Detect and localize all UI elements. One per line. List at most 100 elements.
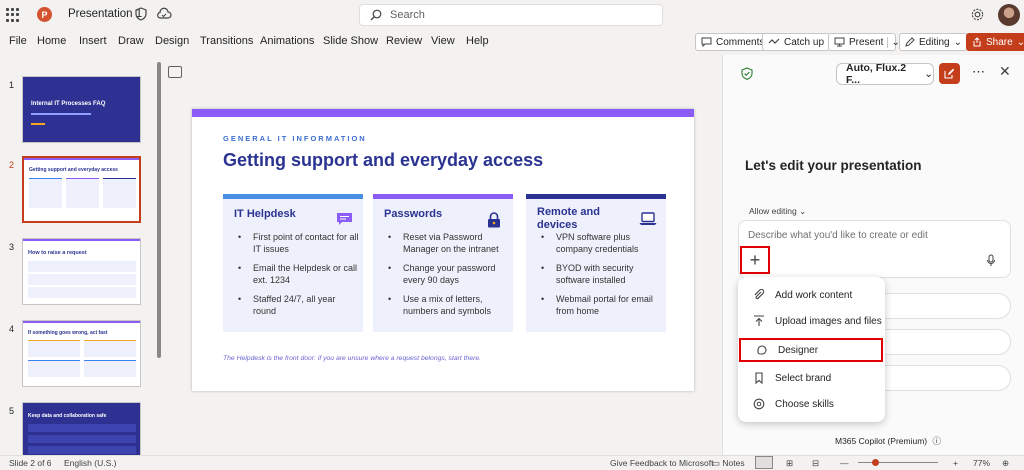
zoom-out-icon[interactable]: —	[840, 458, 849, 468]
bullet: Change your password every 90 days	[384, 263, 509, 286]
info-icon[interactable]: ⓘ	[933, 436, 942, 446]
catch-up-button[interactable]: Catch up	[762, 33, 831, 51]
menu-help[interactable]: Help	[466, 35, 489, 47]
zoom-in-icon[interactable]: +	[953, 458, 958, 468]
bullet: BYOD with security software installed	[537, 263, 662, 286]
bullet-list: VPN software plus company credentials BY…	[537, 232, 662, 325]
upload-icon	[752, 315, 766, 327]
card-heading: Passwords	[384, 208, 443, 220]
bullet-list: Reset via Password Manager on the intran…	[384, 232, 509, 325]
menu-view[interactable]: View	[431, 35, 455, 47]
thumbnail-slide-2[interactable]: Getting support and everyday access	[22, 156, 141, 223]
chevron-down-icon: ⌄	[799, 206, 807, 216]
gear-icon[interactable]	[970, 7, 985, 22]
paperclip-icon	[752, 289, 766, 301]
microphone-icon[interactable]	[986, 254, 996, 267]
thumb-number: 4	[9, 324, 15, 334]
menu-designer[interactable]: Designer	[739, 338, 883, 362]
app-launcher-icon[interactable]	[6, 8, 20, 22]
zoom-level[interactable]: 77%	[973, 458, 990, 468]
model-selector[interactable]: Auto, Flux.2 F... ⌄	[836, 62, 934, 86]
menu-choose-skills[interactable]: Choose skills	[738, 392, 885, 416]
comments-button[interactable]: Comments	[695, 33, 771, 51]
sensitivity-shield-icon[interactable]	[134, 7, 148, 21]
slide-title[interactable]: Getting support and everyday access	[223, 150, 543, 171]
add-attachment-button[interactable]: +	[740, 246, 770, 274]
search-icon	[370, 9, 382, 21]
fit-slide-icon[interactable]: ⊕	[1002, 458, 1009, 469]
prompt-placeholder: Describe what you'd like to create or ed…	[748, 230, 928, 241]
menu-select-brand[interactable]: Select brand	[738, 366, 885, 390]
normal-view-button[interactable]	[755, 456, 773, 469]
present-button[interactable]: Present ⌄	[828, 33, 900, 51]
notes-label: Notes	[722, 458, 745, 468]
menu-transitions[interactable]: Transitions	[200, 35, 253, 47]
catch-up-icon	[768, 38, 780, 46]
brand-icon	[752, 372, 766, 384]
reading-view-icon[interactable]: ⊟	[812, 458, 819, 469]
menu-label: Select brand	[775, 372, 832, 384]
allow-editing-dropdown[interactable]: Allow editing ⌄	[749, 206, 806, 217]
zoom-slider-thumb[interactable]	[872, 459, 879, 466]
thumbnail-slide-3[interactable]: How to raise a request	[22, 238, 141, 305]
editing-label: Editing	[919, 36, 950, 48]
thumb-number: 2	[9, 160, 15, 170]
suggestion-pill[interactable]	[873, 329, 1011, 355]
editing-mode-button[interactable]: Editing ⌄	[899, 33, 968, 51]
notes-icon: ▭	[712, 458, 721, 468]
document-title[interactable]: Presentation 1	[68, 8, 142, 20]
comment-icon	[701, 37, 712, 47]
share-button[interactable]: Share ⌄	[966, 33, 1024, 51]
collapse-panel-icon[interactable]	[168, 66, 182, 78]
editing-chevron-icon: ⌄	[953, 36, 962, 48]
prompt-input[interactable]: Describe what you'd like to create or ed…	[738, 220, 1011, 278]
slide-sorter-icon[interactable]: ⊞	[786, 458, 793, 469]
search-box[interactable]: Search	[359, 4, 663, 26]
cloud-saved-icon[interactable]	[156, 7, 172, 21]
card-passwords[interactable]: Passwords Reset via Password Manager on …	[373, 194, 513, 332]
menu-upload-images-files[interactable]: Upload images and files	[738, 309, 885, 333]
bullet: Use a mix of letters, numbers and symbol…	[384, 294, 509, 317]
more-options-icon[interactable]: ⋯	[972, 64, 985, 80]
slide-canvas[interactable]: GENERAL IT INFORMATION Getting support a…	[192, 109, 694, 391]
bullet: First point of contact for all IT issues	[234, 232, 359, 255]
zoom-slider[interactable]	[858, 462, 938, 463]
pane-heading: Let's edit your presentation	[745, 158, 922, 173]
suggestion-pill[interactable]	[873, 293, 1011, 319]
menu-add-work-content[interactable]: Add work content	[738, 283, 885, 307]
search-placeholder: Search	[390, 9, 425, 21]
present-label: Present	[849, 36, 884, 48]
close-icon[interactable]: ✕	[999, 63, 1011, 80]
suggestion-pill[interactable]	[873, 365, 1011, 391]
language-indicator[interactable]: English (U.S.)	[64, 458, 116, 468]
card-it-helpdesk[interactable]: IT Helpdesk First point of contact for a…	[223, 194, 363, 332]
menu-animations[interactable]: Animations	[260, 35, 314, 47]
title-bar: P Presentation 1 Search	[0, 0, 1024, 30]
thumbnail-slide-5[interactable]: Keep data and collaboration safe	[22, 402, 141, 455]
menu-draw[interactable]: Draw	[118, 35, 144, 47]
present-chevron-icon[interactable]: ⌄	[887, 36, 900, 48]
thumbnail-slide-4[interactable]: If something goes wrong, act fast	[22, 320, 141, 387]
skills-icon	[752, 398, 766, 410]
avatar[interactable]	[998, 4, 1020, 26]
thumbnail-slide-1[interactable]: Internal IT Processes FAQ	[22, 76, 141, 143]
menu-insert[interactable]: Insert	[79, 35, 107, 47]
new-chat-button[interactable]	[939, 63, 960, 84]
lock-icon	[486, 212, 503, 228]
attachment-menu: Add work content Upload images and files…	[738, 277, 885, 422]
thumbnail-scrollbar[interactable]	[157, 62, 161, 358]
present-icon	[834, 37, 845, 47]
card-heading: Remote and devices	[537, 206, 600, 231]
menu-label: Upload images and files	[775, 315, 882, 327]
slide-footer-note: The Helpdesk is the front door: if you a…	[223, 355, 482, 362]
menu-home[interactable]: Home	[37, 35, 66, 47]
menu-review[interactable]: Review	[386, 35, 422, 47]
menu-slide-show[interactable]: Slide Show	[323, 35, 378, 47]
menu-file[interactable]: File	[9, 35, 27, 47]
bullet: Webmail portal for email from home	[537, 294, 662, 317]
notes-button[interactable]: ▭ Notes	[712, 458, 745, 469]
card-remote-devices[interactable]: Remote and devices VPN software plus com…	[526, 194, 666, 332]
chevron-down-icon: ⌄	[924, 68, 933, 80]
feedback-link[interactable]: Give Feedback to Microsoft	[610, 458, 713, 468]
menu-design[interactable]: Design	[155, 35, 189, 47]
